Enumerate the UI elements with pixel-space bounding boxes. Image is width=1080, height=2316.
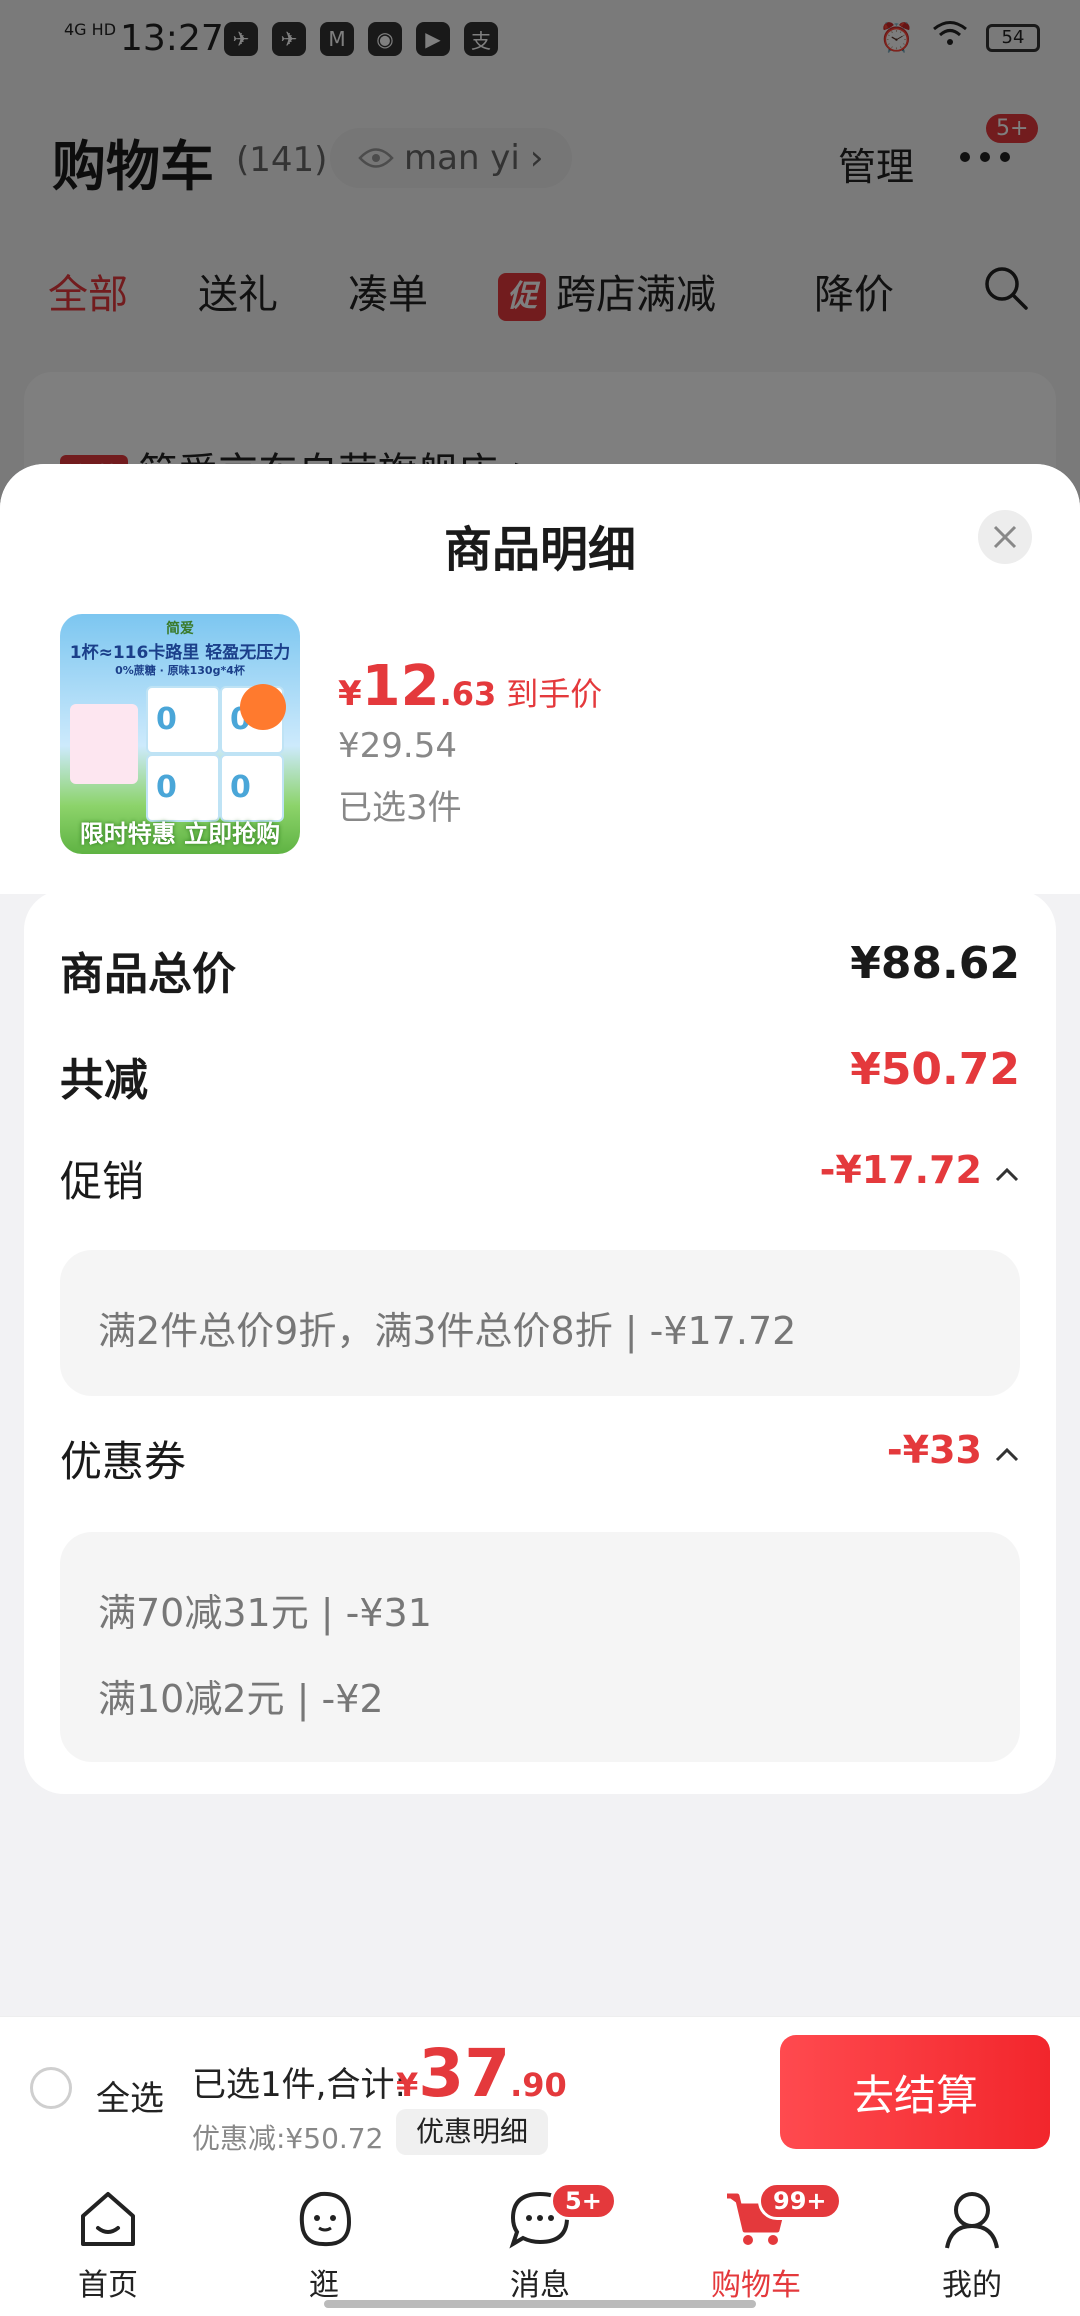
total-price-label: 商品总价 xyxy=(60,949,236,1000)
nav-cart[interactable]: 99+ 购物车 xyxy=(686,2182,842,2304)
sheet-title: 商品明细 xyxy=(443,522,636,578)
promo-detail-box: 满2件总价9折，满3件总价8折 | -¥17.72 xyxy=(60,1250,1020,1396)
product-spec: 0%蔗糖 · 原味130g*4杯 xyxy=(115,664,245,677)
promo-value: -¥17.72 xyxy=(819,1148,982,1192)
coupon-toggle[interactable]: -¥33 xyxy=(887,1428,1020,1472)
nav-label: 我的 xyxy=(942,2268,1002,2303)
price-int: 12 xyxy=(361,654,440,719)
checkout-bar: 全选 已选1件,合计: ¥37.90 优惠减:¥50.72 优惠明细 去结算 xyxy=(0,2016,1080,2167)
sheet-header: 商品明细 简爱 1杯≈116卡路里 轻盈无压力 0%蔗糖 · 原味130g*4杯… xyxy=(0,464,1080,894)
message-icon xyxy=(507,2191,573,2256)
nav-explore[interactable]: 逛 xyxy=(254,2186,394,2304)
promo-toggle[interactable]: -¥17.72 xyxy=(820,1148,1020,1192)
total-int: 37 xyxy=(418,2035,511,2112)
coupon-detail-line: 满10减2元 | -¥2 xyxy=(98,1677,384,1721)
original-price: ¥29.54 xyxy=(338,726,457,766)
discount-detail-button[interactable]: 优惠明细 xyxy=(396,2109,549,2155)
close-icon[interactable] xyxy=(978,510,1032,564)
final-price: ¥12.63 到手价 xyxy=(338,654,602,719)
product-badge xyxy=(240,684,286,730)
price-dec: .63 xyxy=(439,675,497,713)
product-banner: 限时特惠 立即抢购 xyxy=(79,820,281,848)
coupon-detail-line: 满70减31元 | -¥31 xyxy=(98,1591,432,1635)
nav-label: 首页 xyxy=(78,2268,138,2303)
nav-home[interactable]: 首页 xyxy=(38,2186,178,2304)
product-label-card xyxy=(70,704,138,784)
coupon-value: -¥33 xyxy=(886,1428,982,1472)
home-icon xyxy=(75,2192,141,2256)
promo-detail-line: 满2件总价9折，满3件总价8折 | -¥17.72 xyxy=(98,1309,797,1353)
total-reduction-value: ¥50.72 xyxy=(850,1044,1020,1095)
product-brand: 简爱 xyxy=(166,621,194,637)
product-cup xyxy=(220,754,284,822)
price-yen: ¥ xyxy=(338,674,362,714)
checkout-button[interactable]: 去结算 xyxy=(780,2035,1050,2149)
coupon-detail-box: 满70减31元 | -¥31 满10减2元 | -¥2 xyxy=(60,1532,1020,1762)
price-breakdown-card: 商品总价 ¥88.62 共减 ¥50.72 促销 -¥17.72 满2件总价9折… xyxy=(24,890,1056,1794)
home-indicator xyxy=(324,2300,756,2308)
total-dec: .90 xyxy=(510,2066,567,2104)
nav-messages[interactable]: 5+ 消息 xyxy=(470,2182,617,2304)
nav-label: 购物车 xyxy=(711,2268,801,2303)
product-image: 简爱 1杯≈116卡路里 轻盈无压力 0%蔗糖 · 原味130g*4杯 限时特惠… xyxy=(60,614,300,854)
coupon-label: 优惠券 xyxy=(60,1437,187,1486)
cart-badge: 99+ xyxy=(758,2182,842,2220)
cart-icon xyxy=(723,2193,789,2256)
select-all-radio[interactable] xyxy=(30,2067,72,2109)
price-tail: 到手价 xyxy=(506,675,603,713)
select-all-label[interactable]: 全选 xyxy=(96,2071,164,2120)
selected-quantity: 已选3件 xyxy=(338,788,462,828)
checkout-discount: 优惠减:¥50.72 xyxy=(192,2122,384,2155)
nav-label: 逛 xyxy=(309,2268,339,2303)
total-reduction-label: 共减 xyxy=(60,1055,148,1106)
nav-profile[interactable]: 我的 xyxy=(902,2186,1042,2304)
product-cup xyxy=(146,686,220,754)
product-headline: 1杯≈116卡路里 轻盈无压力 xyxy=(69,643,291,663)
checkout-summary: 已选1件,合计: xyxy=(192,2065,406,2105)
product-cup xyxy=(146,754,220,822)
chevron-up-icon xyxy=(994,1428,1020,1472)
total-yen: ¥ xyxy=(396,2066,419,2104)
mascot-icon xyxy=(291,2191,357,2256)
chevron-up-icon xyxy=(994,1148,1020,1192)
bottom-nav: 首页 逛 5+ 消息 99+ 购物车 我的 xyxy=(0,2166,1080,2316)
message-badge: 5+ xyxy=(550,2182,617,2220)
nav-label: 消息 xyxy=(510,2268,570,2303)
total-price-value: ¥88.62 xyxy=(850,938,1020,989)
checkout-total: ¥37.90 xyxy=(396,2035,567,2112)
promo-label: 促销 xyxy=(60,1157,145,1206)
profile-icon xyxy=(939,2192,1005,2256)
